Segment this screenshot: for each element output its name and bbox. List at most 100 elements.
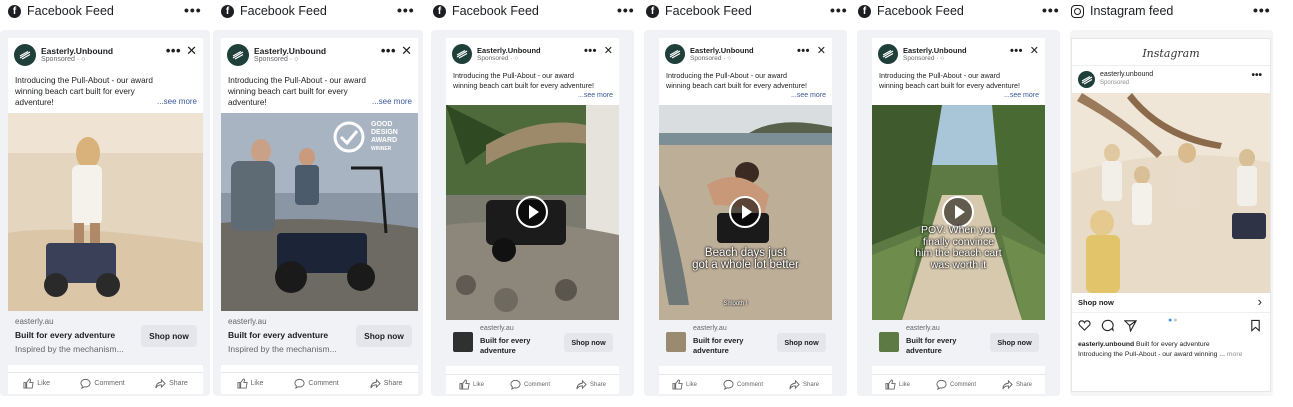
caption-account[interactable]: easterly.unbound <box>1078 341 1134 348</box>
cta-bar[interactable]: easterly.au Built for every adventure Sh… <box>446 320 619 366</box>
primary-text: Introducing the Pull-About - our award w… <box>15 76 153 107</box>
thumbs-up-icon <box>236 378 248 389</box>
play-button[interactable] <box>729 196 761 228</box>
account-name[interactable]: Easterly.Unbound <box>477 46 541 55</box>
more-options-button[interactable]: ••• <box>584 44 597 58</box>
cta-headline[interactable]: Built for every adventure <box>480 336 550 356</box>
ad-image[interactable] <box>8 113 203 311</box>
cta-headline[interactable]: Built for every adventure <box>906 336 976 356</box>
column-more-button[interactable]: ••• <box>184 2 202 18</box>
see-more-link[interactable]: ...see more <box>372 97 412 106</box>
avatar[interactable] <box>227 44 249 66</box>
comment-button[interactable]: Comment <box>80 378 125 389</box>
comment-button[interactable]: Comment <box>510 379 550 390</box>
video-subcaption: Smooth ! <box>723 301 748 307</box>
comment-label: Comment <box>308 380 339 387</box>
close-icon[interactable]: ✕ <box>817 44 826 58</box>
shop-now-button[interactable]: Shop now <box>990 333 1039 352</box>
shop-now-button[interactable]: Shop now <box>356 325 412 347</box>
avatar[interactable] <box>452 44 472 64</box>
avatar[interactable] <box>878 44 898 64</box>
thumbnail-image <box>453 332 473 352</box>
avatar[interactable] <box>665 44 685 64</box>
like-button[interactable]: Like <box>672 379 697 390</box>
column-more-button[interactable]: ••• <box>830 2 848 18</box>
column-more-button[interactable]: ••• <box>617 2 635 18</box>
comment-label: Comment <box>736 381 763 388</box>
like-label: Like <box>472 381 484 388</box>
close-icon[interactable]: ✕ <box>186 44 197 58</box>
account-name[interactable]: Easterly.Unbound <box>41 46 113 56</box>
cta-headline[interactable]: Built for every adventure <box>15 330 115 340</box>
comment-icon[interactable] <box>1101 319 1115 337</box>
share-button[interactable]: Share <box>370 378 402 389</box>
cta-headline[interactable]: Built for every adventure <box>228 330 328 340</box>
ad-image[interactable] <box>1072 93 1270 293</box>
sponsored-label: Sponsored · ○ <box>903 55 945 62</box>
share-button[interactable]: Share <box>576 379 606 390</box>
ig-cta-row[interactable]: Shop now › <box>1072 293 1270 313</box>
account-name[interactable]: Easterly.Unbound <box>690 46 754 55</box>
like-button[interactable]: Like <box>885 379 910 390</box>
avatar[interactable] <box>14 44 36 66</box>
primary-text: Introducing the Pull-About - our award w… <box>666 71 808 90</box>
award-line: GOOD <box>371 121 393 128</box>
like-button[interactable]: Like <box>459 379 484 390</box>
share-button[interactable]: Share <box>155 378 188 389</box>
share-button[interactable]: Share <box>789 379 819 390</box>
more-options-button[interactable]: ••• <box>1010 44 1023 58</box>
more-options-button[interactable]: ••• <box>166 44 181 58</box>
account-name[interactable]: easterly.unbound <box>1100 71 1153 78</box>
like-button[interactable]: Like <box>23 378 50 389</box>
bookmark-icon[interactable] <box>1249 319 1262 337</box>
account-name[interactable]: Easterly.Unbound <box>254 46 326 56</box>
comment-button[interactable]: Comment <box>294 378 339 389</box>
ad-video[interactable] <box>446 105 619 320</box>
close-icon[interactable]: ✕ <box>604 44 613 58</box>
column-more-button[interactable]: ••• <box>1253 2 1271 18</box>
close-icon[interactable]: ✕ <box>1030 44 1039 58</box>
cta-bar[interactable]: easterly.au Built for every adventure Sh… <box>659 320 832 366</box>
like-button[interactable]: Like <box>236 378 263 389</box>
avatar[interactable] <box>1078 71 1095 88</box>
caption-line: was worth it <box>930 258 987 271</box>
send-icon[interactable] <box>1123 319 1138 337</box>
shop-now-button[interactable]: Shop now <box>564 333 613 352</box>
comment-icon <box>936 379 947 390</box>
column-more-button[interactable]: ••• <box>397 2 415 18</box>
share-button[interactable]: Share <box>1002 379 1032 390</box>
see-more-link[interactable]: ...see more <box>578 92 613 99</box>
cta-bar[interactable]: easterly.au Built for every adventure In… <box>8 311 203 365</box>
shop-now-button[interactable]: Shop now <box>777 333 826 352</box>
platform-title: Facebook Feed <box>452 4 539 18</box>
cta-bar[interactable]: easterly.au Built for every adventure In… <box>221 311 418 365</box>
shop-now-button[interactable]: Shop now <box>141 325 197 347</box>
see-more-link[interactable]: ...see more <box>1004 92 1039 99</box>
caption-more-link[interactable]: more <box>1227 351 1243 358</box>
chevron-right-icon[interactable]: › <box>1258 294 1262 309</box>
heart-icon[interactable] <box>1078 319 1091 337</box>
shop-now-button[interactable]: Shop now <box>1078 298 1114 307</box>
more-options-button[interactable]: ••• <box>797 44 810 58</box>
account-name[interactable]: Easterly.Unbound <box>903 46 967 55</box>
ad-video[interactable]: Beach days just got a whole lot better S… <box>659 105 832 320</box>
see-more-link[interactable]: ...see more <box>791 92 826 99</box>
comment-button[interactable]: Comment <box>936 379 976 390</box>
cta-bar[interactable]: easterly.au Built for every adventure Sh… <box>872 320 1045 366</box>
play-button[interactable] <box>516 196 548 228</box>
close-icon[interactable]: ✕ <box>401 44 412 58</box>
award-label: GOOD DESIGN AWARD WINNER <box>371 121 398 153</box>
more-options-button[interactable]: ••• <box>381 44 396 58</box>
see-more-link[interactable]: ...see more <box>157 97 197 106</box>
ad-video[interactable]: POV: When you finally convince him the b… <box>872 105 1045 320</box>
brand-logo-icon <box>1081 75 1092 85</box>
cta-headline[interactable]: Built for every adventure <box>693 336 763 356</box>
comment-button[interactable]: Comment <box>723 379 763 390</box>
column-more-button[interactable]: ••• <box>1042 2 1060 18</box>
more-options-button[interactable]: ••• <box>1251 70 1262 81</box>
action-bar: Like Comment Share <box>659 374 832 394</box>
caption-text: Built for every adventure <box>1136 341 1210 348</box>
ad-card: Easterly.Unbound Sponsored · ○ ••• ✕ Int… <box>659 38 832 394</box>
like-label: Like <box>37 380 51 387</box>
ad-image[interactable]: GOOD DESIGN AWARD WINNER <box>221 113 418 311</box>
